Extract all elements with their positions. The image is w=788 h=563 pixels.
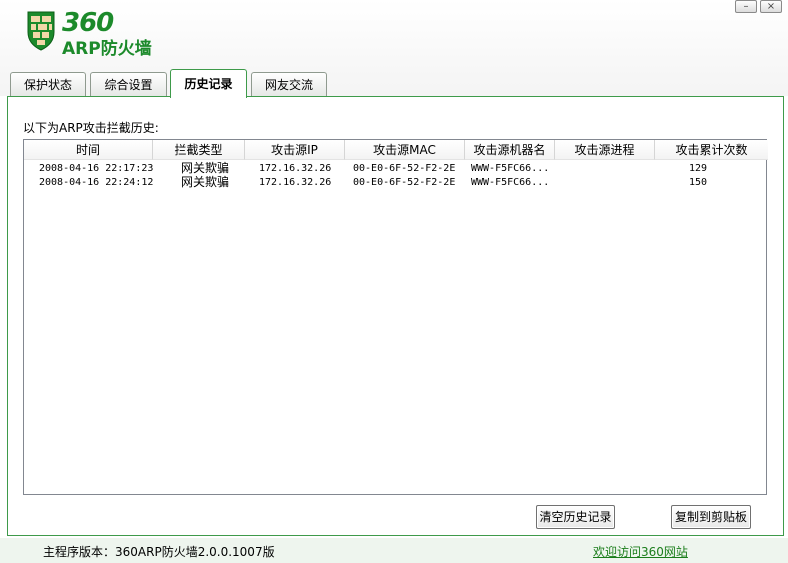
visit-website-link[interactable]: 欢迎访问360网站 [593,543,688,560]
brick-shield-icon [27,11,55,51]
cell-block-type: 网关欺骗 [181,161,230,175]
cell-attack-count: 150 [689,177,708,188]
cell-source-host: WWW-F5FC66... [471,177,550,188]
history-panel: 以下为ARP攻击拦截历史: 时间 拦截类型 攻击源IP 攻击源MAC 攻击源机器… [7,96,784,536]
tab-community[interactable]: 网友交流 [251,72,327,97]
clear-history-button[interactable]: 清空历史记录 [536,505,615,529]
cell-source-ip: 172.16.32.26 [259,177,332,188]
cell-source-host: WWW-F5FC66... [471,163,550,174]
column-header-source-host[interactable]: 攻击源机器名 [465,140,555,160]
copy-to-clipboard-button[interactable]: 复制到剪贴板 [671,505,751,529]
cell-attack-count: 129 [689,163,708,174]
cell-time: 2008-04-16 22:17:23 [39,163,154,174]
tab-protection-status[interactable]: 保护状态 [10,72,86,97]
close-button[interactable]: × [760,0,782,13]
column-header-source-process[interactable]: 攻击源进程 [555,140,655,160]
close-icon: × [766,1,776,12]
history-description: 以下为ARP攻击拦截历史: [23,121,159,135]
status-bar: 主程序版本：360ARP防火墙2.0.0.1007版 欢迎访问360网站 [0,538,788,563]
cell-block-type: 网关欺骗 [181,175,230,189]
tab-history[interactable]: 历史记录 [170,69,247,98]
cell-time: 2008-04-16 22:24:12 [39,177,154,188]
cell-source-mac: 00-E0-6F-52-F2-2E [353,177,456,188]
minimize-button[interactable]: – [735,0,757,13]
column-header-time[interactable]: 时间 [24,140,153,160]
column-header-source-mac[interactable]: 攻击源MAC [345,140,465,160]
column-header-attack-count[interactable]: 攻击累计次数 [655,140,768,160]
version-label: 主程序版本：360ARP防火墙2.0.0.1007版 [43,545,275,559]
history-list[interactable]: 时间 拦截类型 攻击源IP 攻击源MAC 攻击源机器名 攻击源进程 攻击累计次数… [23,139,768,495]
column-header-source-ip[interactable]: 攻击源IP [245,140,345,160]
cell-source-ip: 172.16.32.26 [259,163,332,174]
tab-settings[interactable]: 综合设置 [90,72,167,97]
cell-source-mac: 00-E0-6F-52-F2-2E [353,163,456,174]
logo-title: ARP防火墙 [62,39,152,59]
column-header-block-type[interactable]: 拦截类型 [153,140,245,160]
minimize-icon: – [743,1,749,12]
app-logo: 360 ARP防火墙 [24,8,174,59]
